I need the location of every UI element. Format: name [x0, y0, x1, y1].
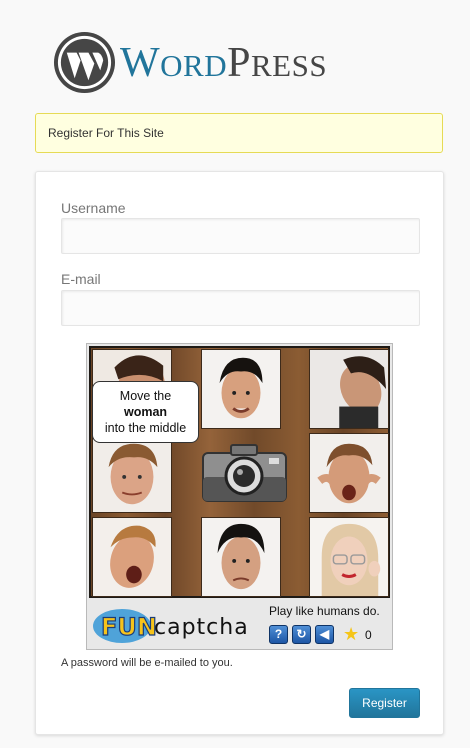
- captcha-tile-face-4[interactable]: [92, 433, 172, 513]
- brand-initial-w: W: [120, 39, 161, 86]
- audio-icon[interactable]: ◀: [315, 625, 334, 644]
- funcaptcha-widget: Move the woman into the middle FUN captc…: [86, 343, 393, 650]
- funcaptcha-logo: FUN captcha: [93, 609, 249, 643]
- email-input[interactable]: [61, 290, 420, 326]
- password-note: A password will be e-mailed to you.: [61, 657, 233, 669]
- instruction-line-3: into the middle: [104, 421, 187, 435]
- captcha-tagline: Play like humans do.: [269, 604, 380, 618]
- captcha-tile-face-6[interactable]: [92, 517, 172, 597]
- username-input[interactable]: [61, 218, 420, 254]
- email-label: E-mail: [61, 271, 101, 287]
- captcha-tile-face-7[interactable]: [201, 517, 281, 597]
- brand-part2: RESS: [250, 47, 328, 83]
- brand-part1: ORD: [160, 47, 228, 83]
- captcha-tile-woman[interactable]: [309, 517, 389, 597]
- wordpress-logo-icon: [53, 31, 116, 94]
- captcha-score: 0: [365, 628, 372, 642]
- logo-fun-text: FUN: [101, 613, 157, 641]
- register-button[interactable]: Register: [349, 688, 420, 718]
- refresh-icon[interactable]: ↻: [292, 625, 311, 644]
- brand-initial-p: P: [227, 39, 251, 86]
- instruction-target: woman: [123, 405, 168, 419]
- help-icon[interactable]: ?: [269, 625, 288, 644]
- camera-icon: [201, 443, 288, 503]
- captcha-instruction-bubble: Move the woman into the middle: [92, 381, 199, 443]
- star-icon: ★: [343, 624, 360, 644]
- captcha-board: Move the woman into the middle: [89, 346, 390, 598]
- captcha-tile-face-5[interactable]: [309, 433, 389, 513]
- captcha-tile-face-3[interactable]: [309, 349, 389, 429]
- instruction-line-1: Move the: [119, 389, 172, 403]
- captcha-footer: FUN captcha Play like humans do. ? ↻ ◀ ★…: [87, 598, 392, 649]
- registration-form: Username E-mail Move the woman into the …: [35, 171, 444, 735]
- captcha-tile-face-2[interactable]: [201, 349, 281, 429]
- logo-captcha-text: captcha: [154, 615, 249, 640]
- register-message: Register For This Site: [35, 113, 443, 153]
- username-label: Username: [61, 200, 126, 216]
- wordpress-logo[interactable]: WORDPRESS: [53, 31, 327, 94]
- wordpress-wordmark: WORDPRESS: [120, 42, 327, 84]
